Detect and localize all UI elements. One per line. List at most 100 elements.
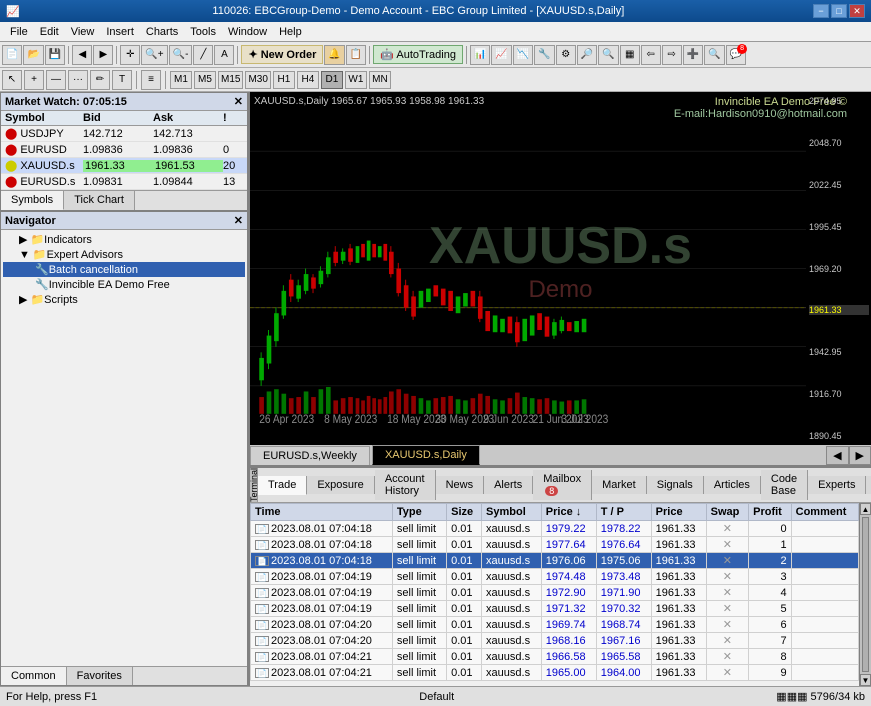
mw-row-xauusd[interactable]: ⬤XAUUSD.s 1961.33 1961.53 20 <box>1 158 247 174</box>
tf-m15[interactable]: M15 <box>218 71 243 89</box>
indicator4[interactable]: 🔧 <box>534 45 554 65</box>
nav-item-invincible-ea[interactable]: 🔧 Invincible EA Demo Free <box>3 277 245 292</box>
indicator2[interactable]: 📈 <box>491 45 511 65</box>
table-row[interactable]: 📄2023.08.01 07:04:19 sell limit 0.01 xau… <box>251 569 859 585</box>
zoom-1[interactable]: 🔎 <box>577 45 597 65</box>
nav-item-batch-cancellation[interactable]: 🔧 Batch cancellation <box>3 262 245 277</box>
nav-tab-favorites[interactable]: Favorites <box>67 667 133 685</box>
indicator1[interactable]: 📊 <box>470 45 490 65</box>
table-row[interactable]: 📄2023.08.01 07:04:20 sell limit 0.01 xau… <box>251 633 859 649</box>
table-row[interactable]: 📄2023.08.01 07:04:21 sell limit 0.01 xau… <box>251 665 859 681</box>
line-tool-2[interactable]: — <box>46 70 66 90</box>
menu-window[interactable]: Window <box>222 24 273 40</box>
crosshair-tool[interactable]: + <box>24 70 44 90</box>
minimize-button[interactable]: − <box>813 4 829 18</box>
zoom-out-button[interactable]: 🔍- <box>169 45 193 65</box>
scroll-down[interactable]: ▼ <box>860 674 871 686</box>
terminal-scrollbar[interactable]: ▲ ▼ <box>859 503 871 686</box>
close-button[interactable]: ✕ <box>849 4 865 18</box>
chart-tab-prev[interactable]: ◀ <box>826 446 848 465</box>
table-row[interactable]: 📄2023.08.01 07:04:19 sell limit 0.01 xau… <box>251 601 859 617</box>
cursor-tool[interactable]: ↖ <box>2 70 22 90</box>
term-tab-account-history[interactable]: Account History <box>375 470 436 500</box>
tf-h4[interactable]: H4 <box>297 71 319 89</box>
term-tab-experts[interactable]: Experts <box>808 476 866 494</box>
table-row[interactable]: 📄2023.08.01 07:04:19 sell limit 0.01 xau… <box>251 585 859 601</box>
scroll-thumb[interactable] <box>862 517 869 672</box>
menu-view[interactable]: View <box>65 24 101 40</box>
zoom-in-button[interactable]: 🔍+ <box>141 45 167 65</box>
nav-item-scripts[interactable]: ▶ 📁 Scripts <box>3 292 245 307</box>
market-watch-close[interactable]: ✕ <box>234 95 243 108</box>
mw-row-eurusd[interactable]: ⬤EURUSD 1.09836 1.09836 0 <box>1 142 247 158</box>
crosshair-button[interactable]: ✛ <box>120 45 140 65</box>
term-tab-mailbox[interactable]: Mailbox 8 <box>533 470 592 500</box>
term-tab-alerts[interactable]: Alerts <box>484 476 533 494</box>
nav-tab-common[interactable]: Common <box>1 667 67 685</box>
arrow-right[interactable]: ⇨ <box>662 45 682 65</box>
search-button[interactable]: 🔍 <box>704 45 724 65</box>
dotted-line[interactable]: ··· <box>68 70 88 90</box>
tf-m30[interactable]: M30 <box>245 71 270 89</box>
table-row[interactable]: 📄2023.08.01 07:04:18 sell limit 0.01 xau… <box>251 537 859 553</box>
menu-edit[interactable]: Edit <box>34 24 65 40</box>
open-button[interactable]: 📂 <box>23 45 43 65</box>
menu-file[interactable]: File <box>4 24 34 40</box>
menu-insert[interactable]: Insert <box>100 24 140 40</box>
term-tab-market[interactable]: Market <box>592 476 647 494</box>
indicator5[interactable]: ⚙ <box>556 45 576 65</box>
scroll-up[interactable]: ▲ <box>860 503 871 515</box>
mw-row-eurusd-s[interactable]: ⬤EURUSD.s 1.09831 1.09844 13 <box>1 174 247 190</box>
autotrade-button[interactable]: 🤖 AutoTrading <box>373 45 463 64</box>
trade-table-container[interactable]: Time Type Size Symbol Price ↓ T / P Pric… <box>250 503 859 686</box>
table-row[interactable]: 📄2023.08.01 07:04:18 sell limit 0.01 xau… <box>251 553 859 569</box>
zoom-2[interactable]: 🔍 <box>598 45 618 65</box>
menu-tools[interactable]: Tools <box>184 24 222 40</box>
tf-m1[interactable]: M1 <box>170 71 192 89</box>
tf-mn[interactable]: MN <box>369 71 391 89</box>
new-order-button[interactable]: ✦ New Order <box>241 45 323 64</box>
nav-item-indicators[interactable]: ▶ 📁 Indicators <box>3 232 245 247</box>
chart-tool[interactable]: ▦ <box>620 45 640 65</box>
menu-charts[interactable]: Charts <box>140 24 184 40</box>
new-chart-button[interactable]: 📄 <box>2 45 22 65</box>
chart-tab-eurusd-weekly[interactable]: EURUSD.s,Weekly <box>250 446 370 465</box>
text-tool-2[interactable]: T <box>112 70 132 90</box>
term-tab-news[interactable]: News <box>436 476 485 494</box>
history-button[interactable]: 📋 <box>346 45 366 65</box>
term-tab-code-base[interactable]: Code Base <box>761 470 808 500</box>
save-button[interactable]: 💾 <box>45 45 65 65</box>
draw-tool[interactable]: ✏ <box>90 70 110 90</box>
table-row[interactable]: 📄2023.08.01 07:04:18 sell limit 0.01 xau… <box>251 521 859 537</box>
line-tool[interactable]: ╱ <box>193 45 213 65</box>
chart-tab-xauusd-daily[interactable]: XAUUSD.s,Daily <box>372 445 480 465</box>
table-row[interactable]: 📄2023.08.01 07:04:21 sell limit 0.01 xau… <box>251 649 859 665</box>
term-tab-signals[interactable]: Signals <box>647 476 704 494</box>
term-tab-journal[interactable]: Journal <box>866 476 871 494</box>
tf-w1[interactable]: W1 <box>345 71 367 89</box>
text-tool[interactable]: A <box>214 45 234 65</box>
tab-tick-chart[interactable]: Tick Chart <box>64 191 135 210</box>
period-tool[interactable]: ≡ <box>141 70 161 90</box>
tab-symbols[interactable]: Symbols <box>1 191 64 210</box>
mw-row-usdjpy[interactable]: ⬤USDJPY 142.712 142.713 <box>1 126 247 142</box>
back-button[interactable]: ◀ <box>72 45 92 65</box>
tf-d1[interactable]: D1 <box>321 71 343 89</box>
term-tab-exposure[interactable]: Exposure <box>307 476 374 494</box>
add-indicator[interactable]: ➕ <box>683 45 703 65</box>
term-tab-articles[interactable]: Articles <box>704 476 761 494</box>
term-tab-trade[interactable]: Trade <box>258 476 307 495</box>
forward-button[interactable]: ▶ <box>93 45 113 65</box>
maximize-button[interactable]: □ <box>831 4 847 18</box>
menu-help[interactable]: Help <box>273 24 308 40</box>
chat-button[interactable]: 💬 8 <box>726 45 746 65</box>
terminal-side-label[interactable]: Terminal <box>250 468 258 502</box>
arrow-left[interactable]: ⇦ <box>641 45 661 65</box>
tf-m5[interactable]: M5 <box>194 71 216 89</box>
tf-h1[interactable]: H1 <box>273 71 295 89</box>
navigator-close[interactable]: ✕ <box>234 214 243 227</box>
chart-tab-next[interactable]: ▶ <box>849 446 871 465</box>
chart-area[interactable]: XAUUSD.s,Daily 1965.67 1965.93 1958.98 1… <box>250 92 871 445</box>
indicator3[interactable]: 📉 <box>513 45 533 65</box>
order-icon[interactable]: 🔔 <box>324 45 344 65</box>
